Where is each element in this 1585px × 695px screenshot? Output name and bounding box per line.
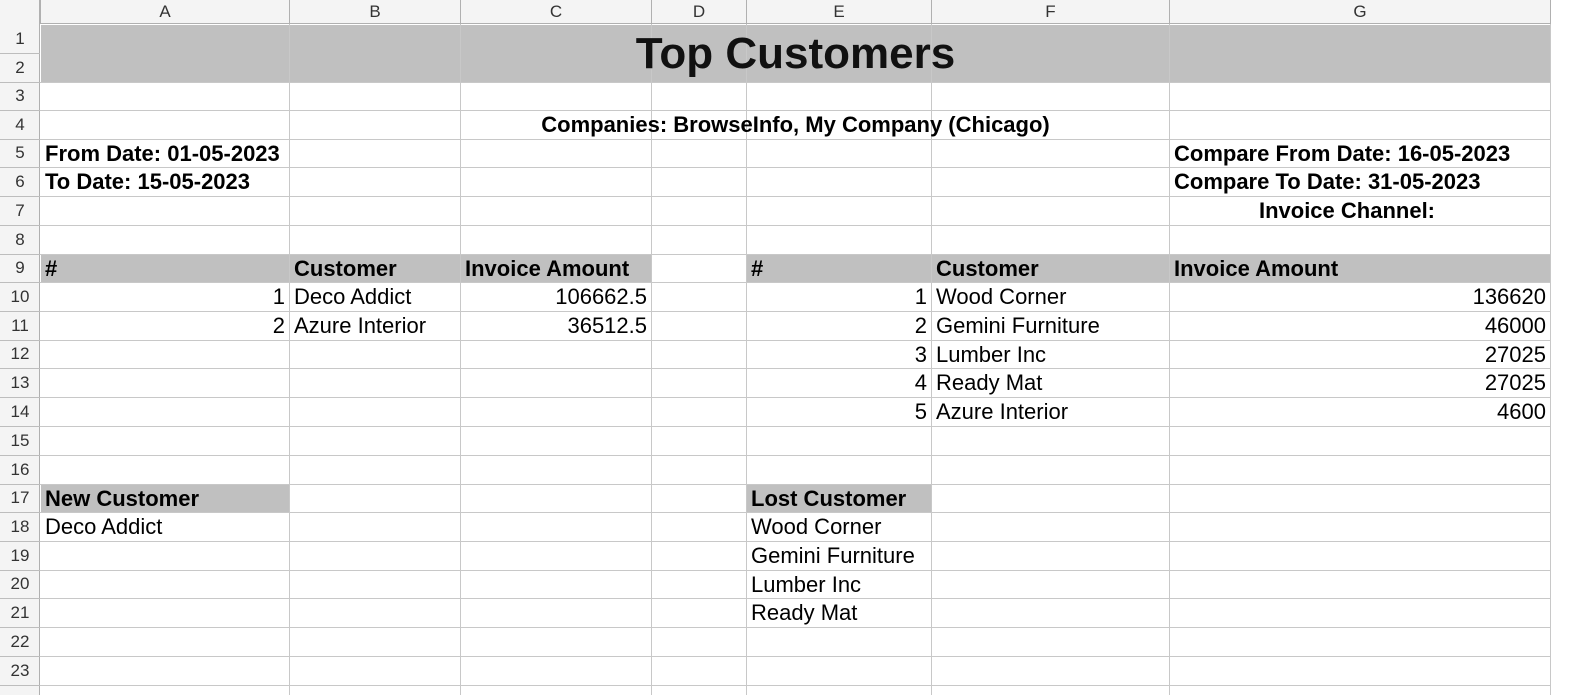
right-header-customer[interactable]: Customer	[936, 254, 1039, 283]
row-header-22[interactable]: 22	[0, 627, 40, 656]
new-customer-header[interactable]: New Customer	[45, 484, 199, 513]
from-date[interactable]: From Date: 01-05-2023	[45, 139, 280, 168]
right-row-3-amount[interactable]: 27025	[1170, 340, 1546, 369]
lost-customer-item-2[interactable]: Gemini Furniture	[751, 541, 915, 570]
row-header-1[interactable]: 1	[0, 25, 40, 53]
right-row-3-customer[interactable]: Lumber Inc	[936, 340, 1046, 369]
right-row-4-number[interactable]: 4	[747, 368, 927, 397]
right-row-3-number[interactable]: 3	[747, 340, 927, 369]
column-header-a[interactable]: A	[41, 0, 289, 24]
row-header-14[interactable]: 14	[0, 397, 40, 426]
row-header-18[interactable]: 18	[0, 512, 40, 541]
right-header-number[interactable]: #	[751, 254, 763, 283]
companies-label[interactable]: Companies: BrowseInfo, My Company (Chica…	[41, 110, 1550, 139]
right-header-fill	[746, 254, 1550, 283]
row-header-4[interactable]: 4	[0, 110, 40, 139]
compare-to-date[interactable]: Compare To Date: 31-05-2023	[1174, 167, 1481, 196]
left-row-1-customer[interactable]: Deco Addict	[294, 282, 411, 311]
column-header-b[interactable]: B	[290, 0, 460, 24]
lost-customer-item-1[interactable]: Wood Corner	[751, 512, 881, 541]
row-header-20[interactable]: 20	[0, 570, 40, 598]
right-row-2-amount[interactable]: 46000	[1170, 311, 1546, 340]
left-header-customer[interactable]: Customer	[294, 254, 397, 283]
left-header-invoice-amount[interactable]: Invoice Amount	[465, 254, 629, 283]
row-header-17[interactable]: 17	[0, 484, 40, 512]
right-header-invoice-amount[interactable]: Invoice Amount	[1174, 254, 1338, 283]
invoice-channel[interactable]: Invoice Channel:	[1170, 196, 1524, 225]
right-row-2-customer[interactable]: Gemini Furniture	[936, 311, 1100, 340]
row-header-19[interactable]: 19	[0, 541, 40, 570]
report-title[interactable]: Top Customers	[41, 25, 1550, 82]
row-header-9[interactable]: 9	[0, 254, 40, 282]
right-row-5-amount[interactable]: 4600	[1170, 397, 1546, 426]
right-row-4-customer[interactable]: Ready Mat	[936, 368, 1042, 397]
left-row-2-number[interactable]: 2	[41, 311, 285, 340]
new-customer-item-1[interactable]: Deco Addict	[45, 512, 162, 541]
row-header-5[interactable]: 5	[0, 139, 40, 167]
lost-customer-item-4[interactable]: Ready Mat	[751, 598, 857, 627]
left-header-number[interactable]: #	[45, 254, 57, 283]
row-header-16[interactable]: 16	[0, 455, 40, 484]
column-header-d[interactable]: D	[652, 0, 746, 24]
right-row-1-amount[interactable]: 136620	[1170, 282, 1546, 311]
lost-customer-item-3[interactable]: Lumber Inc	[751, 570, 861, 599]
row-header-13[interactable]: 13	[0, 368, 40, 397]
row-header-3[interactable]: 3	[0, 82, 40, 110]
right-row-4-amount[interactable]: 27025	[1170, 368, 1546, 397]
right-row-1-customer[interactable]: Wood Corner	[936, 282, 1066, 311]
right-row-5-customer[interactable]: Azure Interior	[936, 397, 1068, 426]
row-header-23[interactable]: 23	[0, 656, 40, 685]
row-header-12[interactable]: 12	[0, 340, 40, 368]
row-header-6[interactable]: 6	[0, 167, 40, 196]
spreadsheet: A B C D E F G 1 2 3 4 5 6 7 8 9 10 11 12…	[0, 0, 1585, 695]
column-header-e[interactable]: E	[747, 0, 931, 24]
column-header-f[interactable]: F	[932, 0, 1169, 24]
lost-customer-header[interactable]: Lost Customer	[751, 484, 906, 513]
row-header-11[interactable]: 11	[0, 311, 40, 340]
column-header-c[interactable]: C	[461, 0, 651, 24]
row-header-8[interactable]: 8	[0, 225, 40, 254]
to-date[interactable]: To Date: 15-05-2023	[45, 167, 250, 196]
left-row-2-customer[interactable]: Azure Interior	[294, 311, 426, 340]
row-header-2[interactable]: 2	[0, 53, 40, 82]
column-header-g[interactable]: G	[1170, 0, 1550, 24]
right-row-5-number[interactable]: 5	[747, 397, 927, 426]
row-header-10[interactable]: 10	[0, 282, 40, 311]
left-row-2-amount[interactable]: 36512.5	[461, 311, 647, 340]
compare-from-date[interactable]: Compare From Date: 16-05-2023	[1174, 139, 1510, 168]
right-row-2-number[interactable]: 2	[747, 311, 927, 340]
row-header-15[interactable]: 15	[0, 426, 40, 455]
right-row-1-number[interactable]: 1	[747, 282, 927, 311]
row-header-21[interactable]: 21	[0, 598, 40, 627]
left-row-1-number[interactable]: 1	[41, 282, 285, 311]
left-row-1-amount[interactable]: 106662.5	[461, 282, 647, 311]
row-header-7[interactable]: 7	[0, 196, 40, 225]
